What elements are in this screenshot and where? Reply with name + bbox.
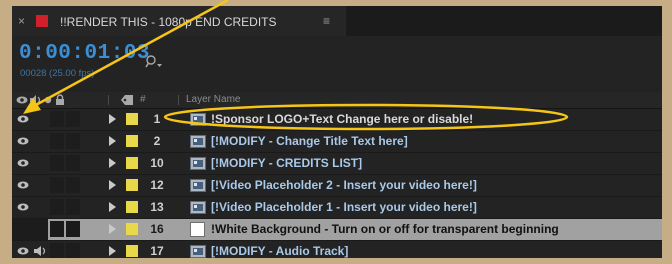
label-color-box[interactable]	[126, 201, 138, 213]
layer-number: 2	[153, 134, 161, 148]
composition-tab[interactable]: × !!RENDER THIS - 1080p END CREDITS ≡	[12, 6, 346, 36]
layer-number: 17	[150, 244, 164, 258]
header-divider	[178, 95, 179, 105]
current-time-display[interactable]: 0:00:01:03	[19, 40, 150, 68]
eye-icon[interactable]	[17, 201, 29, 213]
close-icon[interactable]: ×	[18, 12, 30, 30]
solid-layer-icon	[190, 222, 205, 237]
search-icon[interactable]	[145, 54, 165, 70]
layer-number: 16	[150, 222, 164, 236]
layer-name[interactable]: [!Video Placeholder 2 - Insert your vide…	[211, 175, 477, 196]
twirl-down-icon[interactable]	[109, 180, 116, 190]
layer-name[interactable]: [!MODIFY - Change Title Text here]	[211, 131, 408, 152]
solo-switch[interactable]	[50, 221, 64, 237]
tab-title[interactable]: !!RENDER THIS - 1080p END CREDITS	[60, 14, 277, 30]
image-layer-icon	[190, 135, 206, 148]
solo-switch[interactable]	[50, 111, 64, 127]
layer-name[interactable]: [!MODIFY - Audio Track]	[211, 241, 348, 258]
frame-count-fps: 00028 (25.00 fps)	[20, 68, 95, 79]
layer-name-header[interactable]: Layer Name	[186, 92, 240, 108]
lock-switch[interactable]	[66, 177, 80, 193]
audio-column-icon[interactable]	[30, 95, 42, 105]
image-layer-icon	[190, 179, 206, 192]
label-color-swatch	[36, 15, 48, 27]
layer-number: 13	[150, 200, 164, 214]
layer-name[interactable]: [!MODIFY - CREDITS LIST]	[211, 153, 362, 174]
lock-switch[interactable]	[66, 133, 80, 149]
image-layer-icon	[190, 245, 206, 258]
layer-header-row: # Layer Name	[12, 92, 662, 109]
lock-switch[interactable]	[66, 199, 80, 215]
image-layer-icon	[190, 157, 206, 170]
solo-switch[interactable]	[50, 199, 64, 215]
lock-switch[interactable]	[66, 155, 80, 171]
label-color-box[interactable]	[126, 179, 138, 191]
speaker-icon[interactable]	[34, 245, 46, 257]
twirl-down-icon[interactable]	[109, 224, 116, 234]
layer-number: 10	[150, 156, 164, 170]
solo-switch[interactable]	[50, 133, 64, 149]
label-color-box[interactable]	[126, 245, 138, 257]
label-color-box[interactable]	[126, 135, 138, 147]
layer-number: 12	[150, 178, 164, 192]
twirl-down-icon[interactable]	[109, 202, 116, 212]
twirl-down-icon[interactable]	[109, 158, 116, 168]
eye-icon[interactable]	[17, 179, 29, 191]
switch-cell[interactable]	[12, 219, 48, 240]
solo-column-icon[interactable]	[44, 96, 52, 104]
lock-switch[interactable]	[66, 243, 80, 258]
layer-row-selected[interactable]: 16 !White Background - Turn on or off fo…	[12, 219, 662, 241]
eye-icon[interactable]	[17, 135, 29, 147]
layer-number-header[interactable]: #	[140, 92, 146, 108]
twirl-down-icon[interactable]	[109, 114, 116, 124]
layer-row[interactable]: 13 [!Video Placeholder 1 - Insert your v…	[12, 197, 662, 219]
layer-name[interactable]: [!Video Placeholder 1 - Insert your vide…	[211, 197, 477, 218]
lock-column-icon[interactable]	[55, 94, 65, 106]
layer-row[interactable]: 17 [!MODIFY - Audio Track]	[12, 241, 662, 258]
layer-row[interactable]: 1 !Sponsor LOGO+Text Change here or disa…	[12, 109, 662, 131]
twirl-down-icon[interactable]	[109, 136, 116, 146]
layer-name[interactable]: !Sponsor LOGO+Text Change here or disabl…	[211, 109, 473, 130]
eye-icon[interactable]	[17, 113, 29, 125]
tab-bar: × !!RENDER THIS - 1080p END CREDITS ≡	[12, 6, 662, 36]
label-color-box[interactable]	[126, 157, 138, 169]
layer-row[interactable]: 2 [!MODIFY - Change Title Text here]	[12, 131, 662, 153]
eye-icon[interactable]	[17, 245, 29, 257]
layer-row[interactable]: 12 [!Video Placeholder 2 - Insert your v…	[12, 175, 662, 197]
timeline-panel: × !!RENDER THIS - 1080p END CREDITS ≡ 0:…	[12, 6, 662, 258]
twirl-down-icon[interactable]	[109, 246, 116, 256]
label-color-box[interactable]	[126, 113, 138, 125]
lock-switch[interactable]	[66, 111, 80, 127]
layer-name[interactable]: !White Background - Turn on or off for t…	[211, 219, 559, 240]
image-layer-icon	[190, 201, 206, 214]
eye-icon[interactable]	[17, 157, 29, 169]
label-column-icon[interactable]	[120, 94, 134, 106]
label-color-box[interactable]	[126, 223, 138, 235]
layer-number: 1	[153, 112, 161, 126]
image-layer-icon	[190, 113, 206, 126]
layer-row[interactable]: 10 [!MODIFY - CREDITS LIST]	[12, 153, 662, 175]
lock-switch[interactable]	[66, 221, 80, 237]
header-divider	[108, 95, 109, 105]
eye-column-icon[interactable]	[16, 95, 28, 105]
solo-switch[interactable]	[50, 177, 64, 193]
panel-menu-icon[interactable]: ≡	[323, 13, 337, 29]
solo-switch[interactable]	[50, 243, 64, 258]
solo-switch[interactable]	[50, 155, 64, 171]
